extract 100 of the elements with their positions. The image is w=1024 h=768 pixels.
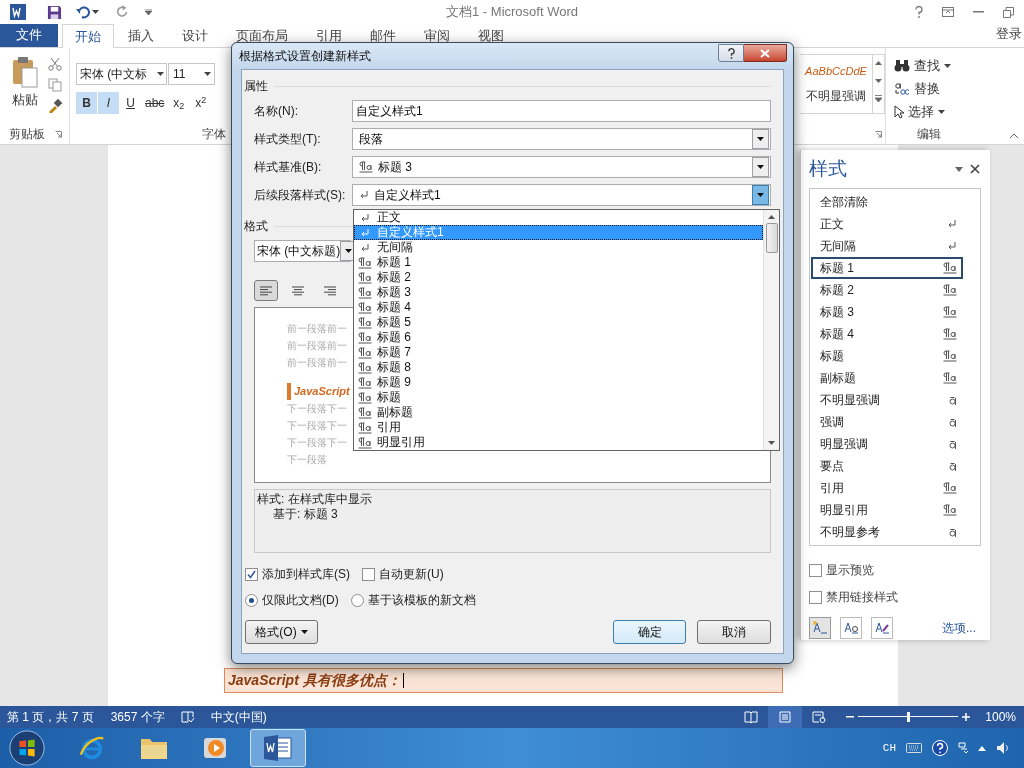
style-list-item[interactable]: 无间隔 [811, 235, 963, 257]
dropdown-option[interactable]: 标题 1 [354, 255, 763, 270]
style-list-item[interactable]: 标题 3 [811, 301, 963, 323]
style-list-item[interactable]: 明显引用 [811, 499, 963, 521]
style-list-item[interactable]: 正文 [811, 213, 963, 235]
dropdown-option[interactable]: 标题 2 [354, 270, 763, 285]
pane-tool-button[interactable] [871, 617, 893, 639]
style-list-item[interactable]: 不明显强调 [811, 389, 963, 411]
ribbon-tab[interactable]: 审阅 [410, 24, 464, 47]
scroll-thumb[interactable] [765, 223, 778, 253]
help-button[interactable] [718, 44, 744, 62]
style-list-item[interactable]: 强调 [811, 411, 963, 433]
restore-icon[interactable] [1003, 6, 1014, 18]
sign-in-link[interactable]: 登录 [996, 23, 1022, 43]
dropdown-option[interactable]: 标题 5 [354, 315, 763, 330]
font-name-combo[interactable]: 宋体 (中文标 [76, 63, 167, 85]
dropdown-option[interactable]: 引用 [354, 420, 763, 435]
font-combo[interactable]: 宋体 (中文标题) [254, 240, 351, 262]
scroll-down-icon[interactable] [768, 441, 775, 445]
ribbon-tab[interactable]: 邮件 [356, 24, 410, 47]
text-field[interactable]: 自定义样式1 [352, 100, 771, 122]
style-list-item[interactable]: 标题 1 [811, 257, 963, 279]
scroll-up-icon[interactable] [875, 61, 882, 65]
taskbar-button[interactable] [250, 729, 306, 767]
dropdown-arrow-button[interactable] [752, 157, 769, 177]
dialog-launcher-icon[interactable] [55, 130, 62, 138]
save-icon[interactable] [47, 4, 62, 20]
dropdown-option[interactable]: 标题 3 [354, 285, 763, 300]
dropdown-option[interactable]: 标题 7 [354, 345, 763, 360]
format-toggle[interactable]: x$_{2}$ [168, 92, 190, 114]
style-list-item[interactable]: 标题 [811, 345, 963, 367]
undo-icon[interactable] [76, 5, 92, 19]
style-list-item[interactable]: 不明显参考 [811, 521, 963, 543]
close-icon[interactable] [970, 164, 980, 174]
combo-box[interactable]: 段落 [352, 128, 771, 150]
dropdown-option[interactable]: 明显引用 [354, 435, 763, 450]
scroll-down-icon[interactable] [875, 79, 882, 83]
dropdown-option[interactable]: 正文 [354, 210, 763, 225]
dialog-launcher-icon[interactable] [875, 130, 882, 138]
scrollbar[interactable] [763, 210, 779, 450]
ribbon-tab[interactable]: 设计 [168, 24, 222, 47]
style-list-item[interactable]: 标题 4 [811, 323, 963, 345]
dropdown-option[interactable]: 副标题 [354, 405, 763, 420]
style-list-item[interactable]: 全部清除 [811, 191, 963, 213]
combo-box[interactable]: 自定义样式1 [352, 184, 771, 206]
redo-icon[interactable] [115, 5, 129, 19]
zoom-slider-thumb[interactable] [907, 712, 911, 722]
file-tab[interactable]: 文件 [0, 23, 58, 47]
ribbon-tab[interactable]: 视图 [464, 24, 518, 47]
checkbox-label[interactable]: 禁用链接样式 [826, 588, 898, 606]
checkbox-label[interactable]: 显示预览 [826, 561, 874, 579]
dropdown-arrow-button[interactable] [752, 129, 769, 149]
speaker-icon[interactable] [996, 741, 1010, 755]
dropdown-option[interactable]: 无间隔 [354, 240, 763, 255]
editing-command[interactable]: 选择 [894, 102, 963, 121]
ok-button[interactable]: 确定 [613, 620, 686, 644]
zoom-in-icon[interactable] [962, 713, 971, 721]
cancel-button[interactable]: 取消 [697, 620, 771, 644]
font-size-combo[interactable]: 11 [168, 63, 215, 85]
checkbox[interactable] [362, 567, 375, 581]
ribbon-tab[interactable]: 插入 [114, 24, 168, 47]
style-list-item[interactable]: 标题 2 [811, 279, 963, 301]
pane-tool-button[interactable] [809, 617, 831, 639]
collapse-ribbon-icon[interactable] [1010, 133, 1018, 138]
dropdown-option[interactable]: 标题 6 [354, 330, 763, 345]
zoom-slider[interactable] [858, 712, 959, 722]
dropdown-option[interactable]: 标题 8 [354, 360, 763, 375]
format-toggle[interactable]: x$^{2}$ [190, 92, 212, 114]
radio-label[interactable]: 仅限此文档(D) [262, 591, 339, 609]
options-link[interactable]: 选项... [942, 619, 976, 637]
close-button[interactable] [744, 44, 787, 62]
format-toggle[interactable]: I [98, 92, 119, 114]
zoom-level[interactable]: 100% [985, 708, 1016, 726]
style-list-item[interactable]: 副标题 [811, 367, 963, 389]
word-logo-icon[interactable] [10, 4, 26, 20]
help-icon[interactable] [932, 740, 948, 756]
pane-tool-button[interactable] [840, 617, 862, 639]
proofing-icon[interactable] [180, 711, 195, 723]
checkbox-label[interactable]: 自动更新(U) [379, 565, 444, 583]
format-toggle[interactable]: abc [142, 92, 168, 114]
radio-label[interactable]: 基于该模板的新文档 [367, 591, 476, 609]
checkbox[interactable] [809, 563, 822, 577]
show-hidden-icon[interactable] [978, 745, 986, 751]
customize-toolbar-icon[interactable] [145, 9, 152, 15]
brush-icon[interactable] [48, 99, 62, 113]
radio-button[interactable] [245, 593, 258, 607]
checkbox-label[interactable]: 添加到样式库(S) [262, 565, 350, 583]
align-button[interactable] [254, 280, 278, 301]
view-button[interactable] [768, 706, 803, 728]
scroll-up-icon[interactable] [768, 215, 775, 219]
editing-command[interactable]: 替换 [894, 79, 963, 98]
checkbox[interactable] [809, 590, 822, 604]
page-count[interactable]: 第 1 页，共 7 页 [7, 708, 94, 726]
editing-command[interactable]: 查找 [894, 56, 963, 75]
paste-button[interactable]: 粘贴 [8, 56, 42, 110]
ribbon-tab[interactable]: 页面布局 [222, 24, 302, 47]
ribbon-tab[interactable]: 开始 [62, 24, 114, 48]
style-list-item[interactable]: 引用 [811, 477, 963, 499]
word-count[interactable]: 3657 个字 [110, 708, 165, 726]
format-toggle[interactable]: U [120, 92, 141, 114]
